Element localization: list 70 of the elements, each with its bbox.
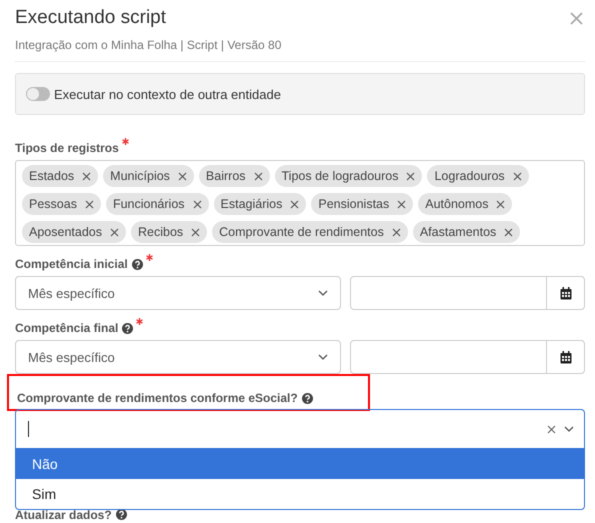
field-label: Tipos de registros xyxy=(15,141,119,155)
toggle-label: Executar no contexto de outra entidade xyxy=(54,86,281,102)
tag-label: Pessoas xyxy=(29,197,77,211)
period-select[interactable]: Mês específico xyxy=(15,340,341,374)
tag-label: Estagiários xyxy=(220,197,282,211)
remove-icon xyxy=(512,172,522,180)
remove-icon xyxy=(254,172,263,180)
dialog-title: Executando script xyxy=(15,6,168,30)
tag-chip[interactable]: Afastamentos xyxy=(412,221,520,243)
tag-chip[interactable]: Tipos de logradouros xyxy=(274,165,422,187)
tag-label: Logradouros xyxy=(434,169,505,183)
chevron-down-icon xyxy=(564,426,574,432)
field-label: Comprovante de rendimentos conforme eSocial? xyxy=(17,391,298,405)
tag-chip[interactable]: Estados xyxy=(22,165,98,187)
remove-icon xyxy=(110,228,119,236)
remove-icon xyxy=(84,200,94,208)
remove-icon xyxy=(192,200,202,208)
tag-chip[interactable]: Funcionários xyxy=(106,193,209,215)
calendar-icon xyxy=(560,350,572,364)
tag-label: Estados xyxy=(29,169,74,183)
tag-chip[interactable]: Bairros xyxy=(198,165,270,187)
date-field[interactable] xyxy=(350,340,585,374)
tag-chip[interactable]: Recibos xyxy=(130,221,208,243)
dialog-subtitle: Integração com o Minha Folha | Script | Versão 80 xyxy=(15,38,282,52)
select-field[interactable] xyxy=(15,409,585,449)
remove-icon xyxy=(290,200,300,208)
close-button[interactable] xyxy=(570,12,583,25)
calendar-button[interactable] xyxy=(546,341,584,373)
calendar-icon xyxy=(560,286,572,300)
tag-chip[interactable]: Pensionistas xyxy=(311,193,414,215)
tag-label: Municípios xyxy=(110,169,170,183)
tag-chip[interactable]: Comprovante de rendimentos xyxy=(212,221,408,243)
multi-select-field[interactable]: Estados Municípios Bairros Tipos de logradouros Logradouros Pessoas Funcionários Estagiários Pensionistas Autônomos Aposentados Recibos Comprovante de rendimentos Afastamentos xyxy=(15,160,585,246)
calendar-button[interactable] xyxy=(546,277,584,309)
tag-chip[interactable]: Pessoas xyxy=(22,193,101,215)
toggle-switch[interactable] xyxy=(26,87,50,101)
tag-label: Comprovante de rendimentos xyxy=(219,225,384,239)
remove-icon xyxy=(397,200,406,208)
close-icon xyxy=(570,12,583,25)
tag-chip[interactable]: Logradouros xyxy=(427,165,529,187)
tag-chip[interactable]: Aposentados xyxy=(22,221,126,243)
tag-label: Funcionários xyxy=(112,197,185,211)
tag-chip[interactable]: Municípios xyxy=(103,165,194,187)
tag-label: Bairros xyxy=(206,169,246,183)
chevron-down-icon xyxy=(318,290,328,296)
remove-icon xyxy=(406,172,416,180)
tag-chip[interactable]: Estagiários xyxy=(214,193,306,215)
text-cursor xyxy=(28,421,29,437)
dropdown-option[interactable]: Não xyxy=(16,449,584,479)
remove-icon xyxy=(504,228,514,236)
tag-label: Aposentados xyxy=(29,225,102,239)
tag-label: Pensionistas xyxy=(318,197,390,211)
field-label: Competência inicial xyxy=(15,257,128,271)
tag-chip[interactable]: Autônomos xyxy=(418,193,512,215)
clear-icon xyxy=(547,424,556,434)
field-label: Atualizar dados? xyxy=(15,508,112,522)
tag-label: Autônomos xyxy=(425,197,488,211)
tag-label: Tipos de logradouros xyxy=(282,169,398,183)
tag-label: Recibos xyxy=(138,225,184,239)
date-field[interactable] xyxy=(350,276,585,310)
remove-icon xyxy=(392,228,401,236)
remove-icon xyxy=(496,200,506,208)
remove-icon xyxy=(82,172,92,180)
tag-label: Afastamentos xyxy=(420,225,496,239)
dropdown-option[interactable]: Sim xyxy=(16,479,584,509)
period-select[interactable]: Mês específico xyxy=(15,276,341,310)
remove-icon xyxy=(178,172,187,180)
field-label: Competência final xyxy=(15,321,118,335)
chevron-down-icon xyxy=(318,354,328,360)
remove-icon xyxy=(191,228,200,236)
